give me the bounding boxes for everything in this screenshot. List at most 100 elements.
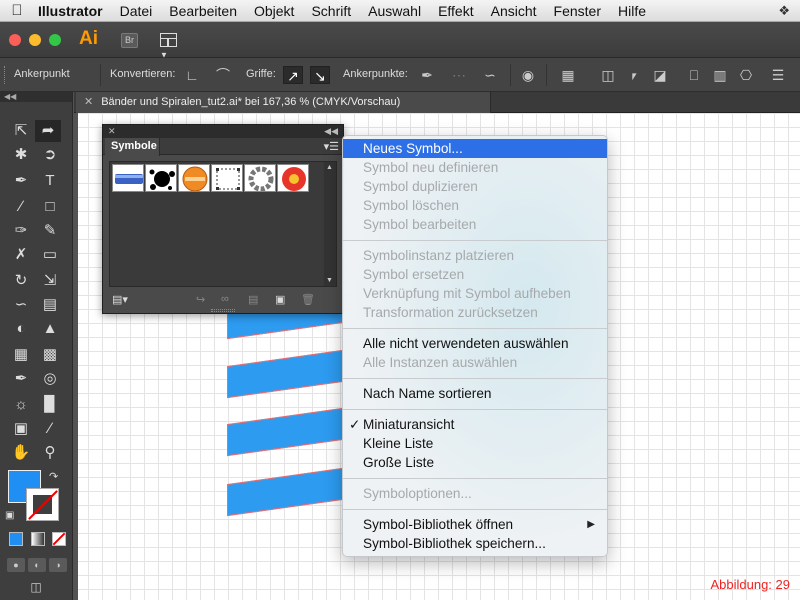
column-graph-tool-icon[interactable]: ▉ bbox=[37, 394, 63, 416]
delete-symbol-icon[interactable]: 🗑 bbox=[301, 293, 315, 306]
show-handles-icon[interactable]: ↗ bbox=[283, 66, 303, 84]
selection-tool-icon[interactable]: ➦ bbox=[35, 120, 61, 142]
menu-new-symbol[interactable]: Neues Symbol... bbox=[343, 139, 607, 158]
pencil-tool-icon[interactable]: ✎ bbox=[37, 220, 63, 242]
align-bottom-icon[interactable]: ⎔ bbox=[736, 66, 756, 84]
menu-ansicht[interactable]: Ansicht bbox=[482, 3, 545, 19]
color-mode-button[interactable] bbox=[9, 532, 23, 546]
rotate-tool-icon[interactable]: ↻ bbox=[8, 270, 34, 292]
cut-path-icon[interactable]: ∽ bbox=[480, 66, 500, 84]
menu-select-unused[interactable]: Alle nicht verwendeten auswählen bbox=[343, 334, 607, 353]
align-top-icon[interactable]: ⎕ bbox=[684, 66, 704, 84]
default-fill-stroke-icon[interactable]: ▣ bbox=[5, 510, 14, 521]
menu-symbol-options[interactable]: Symboloptionen... bbox=[343, 484, 607, 503]
blue-stripe-shape[interactable] bbox=[227, 467, 343, 517]
symbols-panel-titlebar[interactable]: ✕ ◀◀ bbox=[103, 125, 343, 138]
gradient-mode-button[interactable] bbox=[31, 532, 45, 546]
pen-tool-icon[interactable]: ✒ bbox=[8, 170, 34, 192]
blend-tool-icon[interactable]: ◎ bbox=[37, 368, 63, 390]
menu-hilfe[interactable]: Hilfe bbox=[610, 3, 655, 19]
symbol-ink-splat[interactable] bbox=[145, 164, 177, 192]
menu-edit-symbol[interactable]: Symbol bearbeiten bbox=[343, 215, 607, 234]
symbols-scrollbar[interactable]: ▲ ▼ bbox=[324, 162, 336, 286]
menu-reset-transformation[interactable]: Transformation zurücksetzen bbox=[343, 303, 607, 322]
menu-auswahl[interactable]: Auswahl bbox=[360, 3, 430, 19]
zoom-window-button[interactable] bbox=[49, 34, 61, 46]
paintbrush-tool-icon[interactable]: ✑ bbox=[8, 220, 34, 242]
symbol-sprayer-tool-icon[interactable]: ☼ bbox=[8, 394, 34, 416]
swap-fill-stroke-icon[interactable]: ↷ bbox=[49, 470, 58, 483]
menu-objekt[interactable]: Objekt bbox=[245, 3, 302, 19]
collapse-panel-icon[interactable]: ◀◀ bbox=[324, 125, 338, 138]
magic-wand-tool-icon[interactable]: ✱ bbox=[8, 144, 34, 166]
connect-anchors-icon[interactable]: ⋯ bbox=[449, 66, 469, 84]
menu-app-name[interactable]: Illustrator bbox=[34, 3, 111, 19]
symbol-ring[interactable] bbox=[244, 164, 276, 192]
menu-schrift[interactable]: Schrift bbox=[303, 3, 360, 19]
align-to-icon[interactable]: ▦ bbox=[558, 66, 578, 84]
symbol-library-icon[interactable]: ▤▾ bbox=[112, 293, 128, 306]
align-left-icon[interactable]: ◫ bbox=[598, 66, 618, 84]
perspective-grid-tool-icon[interactable]: ▲ bbox=[37, 318, 63, 340]
align-right-icon[interactable]: ◪ bbox=[650, 66, 670, 84]
width-tool-icon[interactable]: ∽ bbox=[8, 294, 34, 316]
symbol-blue-bar[interactable] bbox=[112, 164, 144, 192]
line-tool-icon[interactable]: ∕ bbox=[8, 196, 34, 218]
eyedropper-tool-icon[interactable]: ✒ bbox=[8, 368, 34, 390]
panel-resize-grip[interactable] bbox=[211, 309, 235, 312]
remove-anchor-icon[interactable]: ✒ bbox=[417, 66, 437, 84]
symbol-orange-button[interactable] bbox=[178, 164, 210, 192]
blob-brush-tool-icon[interactable]: ✗ bbox=[8, 244, 34, 266]
type-tool-icon[interactable]: T bbox=[37, 170, 63, 192]
eraser-tool-icon[interactable]: ▭ bbox=[37, 244, 63, 266]
close-panel-icon[interactable]: ✕ bbox=[108, 125, 116, 138]
slice-tool-icon[interactable]: ∕ bbox=[37, 418, 63, 440]
menu-save-symbol-library[interactable]: Symbol-Bibliothek speichern... bbox=[343, 534, 607, 553]
close-tab-icon[interactable]: ✕ bbox=[84, 96, 93, 108]
close-window-button[interactable] bbox=[9, 34, 21, 46]
distribute-icon[interactable]: ☰ bbox=[768, 66, 788, 84]
menu-select-instances[interactable]: Alle Instanzen auswählen bbox=[343, 353, 607, 372]
menu-large-list[interactable]: Große Liste bbox=[343, 453, 607, 472]
menu-break-link[interactable]: Verknüpfung mit Symbol aufheben bbox=[343, 284, 607, 303]
menu-effekt[interactable]: Effekt bbox=[430, 3, 483, 19]
menu-thumbnail-view[interactable]: ✓ Miniaturansicht bbox=[343, 415, 607, 434]
menu-duplicate-symbol[interactable]: Symbol duplizieren bbox=[343, 177, 607, 196]
place-instance-icon[interactable]: ↪ bbox=[196, 293, 205, 306]
panel-grip[interactable] bbox=[4, 66, 6, 84]
free-transform-tool-icon[interactable]: ▤ bbox=[37, 294, 63, 316]
menu-fenster[interactable]: Fenster bbox=[545, 3, 609, 19]
symbol-frame[interactable] bbox=[211, 164, 243, 192]
hand-tool-icon[interactable]: ✋ bbox=[8, 442, 34, 464]
menu-sort-by-name[interactable]: Nach Name sortieren bbox=[343, 384, 607, 403]
stroke-color-swatch[interactable] bbox=[26, 488, 59, 521]
screen-mode-icon[interactable]: ◫ bbox=[25, 580, 47, 594]
break-link-icon[interactable]: ∞ bbox=[221, 293, 229, 305]
mesh-tool-icon[interactable]: ▦ bbox=[8, 344, 34, 366]
scale-tool-icon[interactable]: ⇲ bbox=[37, 270, 63, 292]
symbol-flower[interactable] bbox=[277, 164, 309, 192]
apple-icon[interactable]:  bbox=[0, 2, 34, 19]
scroll-up-icon[interactable]: ▲ bbox=[326, 164, 333, 171]
zoom-tool-icon[interactable]: ⚲ bbox=[37, 442, 63, 464]
scroll-down-icon[interactable]: ▼ bbox=[326, 277, 333, 284]
draw-normal-icon[interactable]: ● bbox=[7, 558, 25, 572]
shape-builder-tool-icon[interactable]: ◐ bbox=[8, 318, 34, 340]
none-mode-button[interactable] bbox=[52, 532, 66, 546]
dropbox-icon[interactable]: ❖ bbox=[778, 3, 790, 19]
align-center-icon[interactable]: ⎖ bbox=[624, 66, 644, 84]
panel-menu-icon[interactable]: ▾☰ bbox=[324, 140, 339, 153]
tools-collapse-icon[interactable]: ◀◀ bbox=[0, 92, 72, 102]
menu-replace-symbol[interactable]: Symbol ersetzen bbox=[343, 265, 607, 284]
menu-delete-symbol[interactable]: Symbol löschen bbox=[343, 196, 607, 215]
convert-smooth-icon[interactable]: ⌒ bbox=[213, 66, 233, 84]
menu-datei[interactable]: Datei bbox=[111, 3, 161, 19]
blue-stripe-shape[interactable] bbox=[227, 349, 343, 399]
menu-bearbeiten[interactable]: Bearbeiten bbox=[161, 3, 246, 19]
gradient-tool-icon[interactable]: ▩ bbox=[37, 344, 63, 366]
symbol-options-icon[interactable]: ▤ bbox=[248, 293, 258, 306]
menu-open-symbol-library[interactable]: Symbol-Bibliothek öffnen ▶ bbox=[343, 515, 607, 534]
symbols-tab[interactable]: Symbole bbox=[105, 138, 160, 156]
isolate-icon[interactable]: ◉ bbox=[518, 66, 538, 84]
artboard-tool-icon[interactable]: ▣ bbox=[8, 418, 34, 440]
